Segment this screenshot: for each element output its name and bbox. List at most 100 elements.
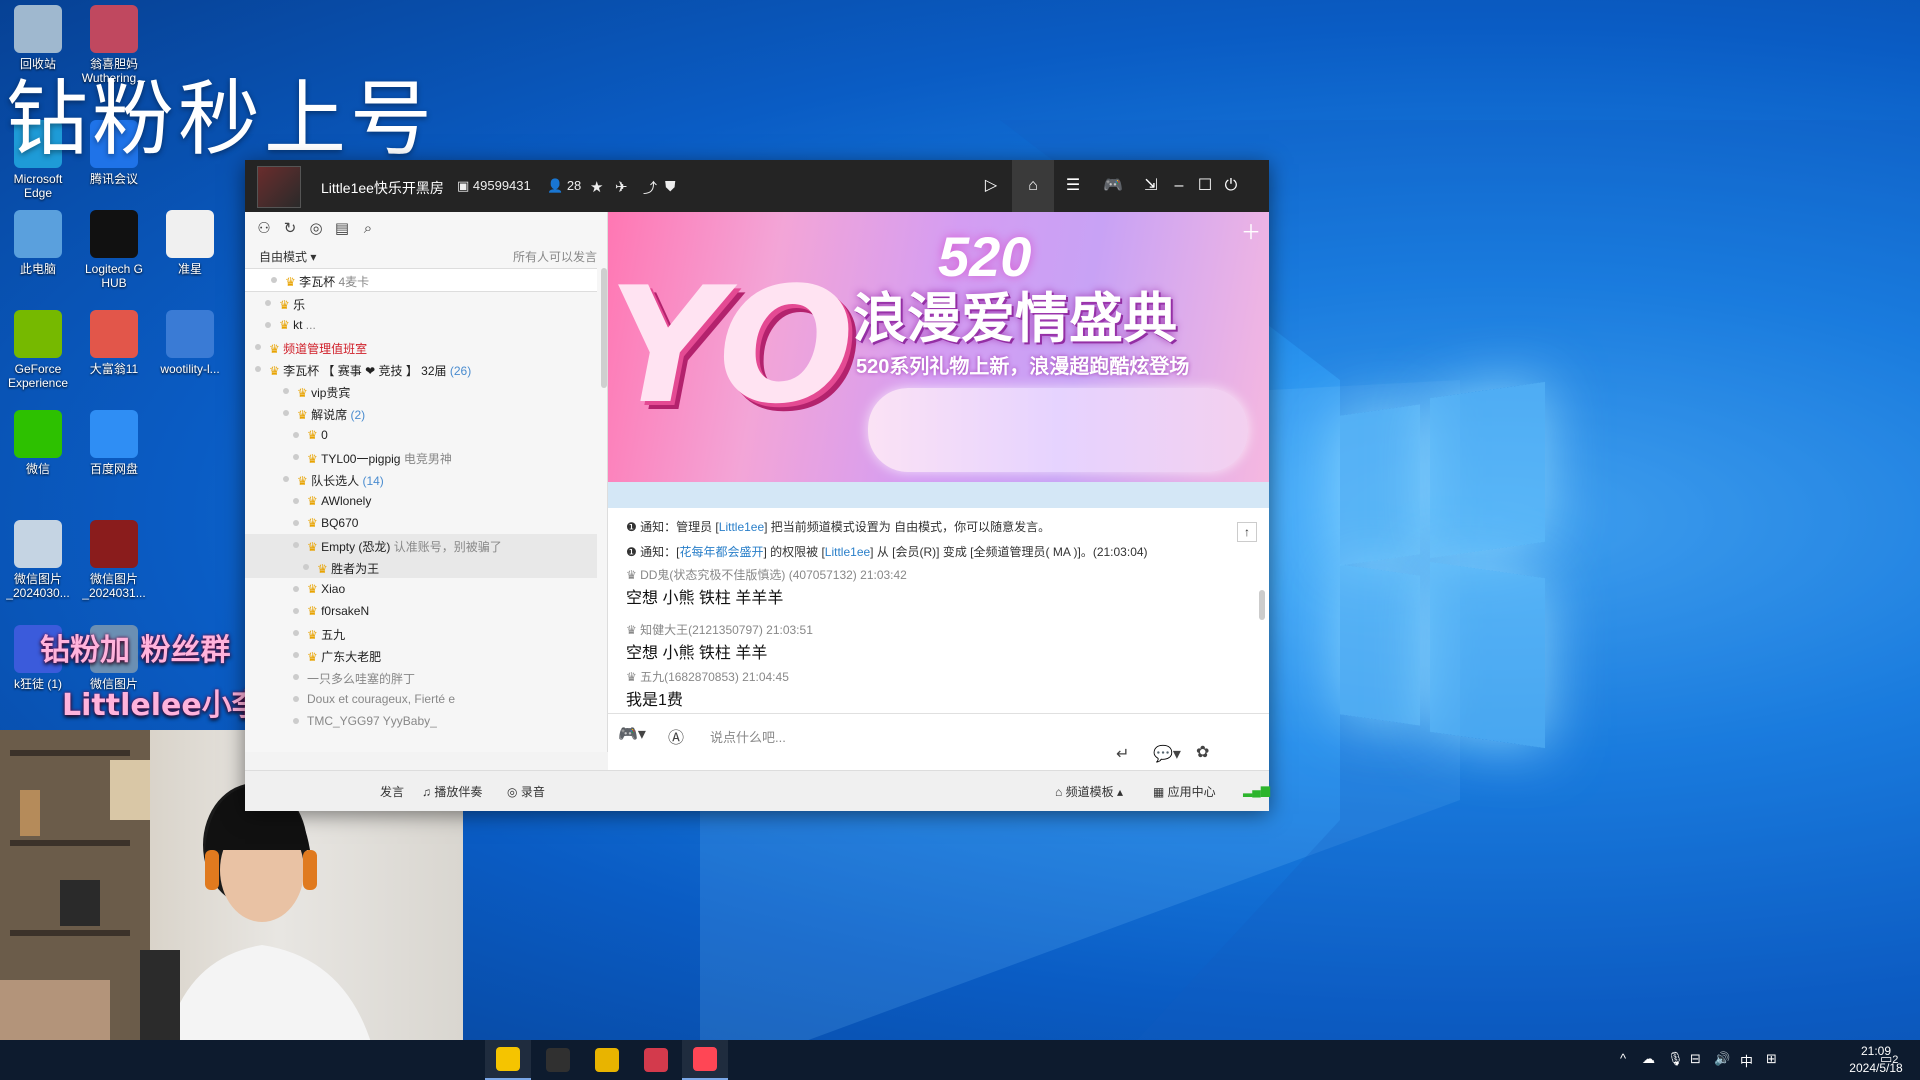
ime-indicator[interactable]: 中 <box>1740 1051 1753 1070</box>
keyboard-icon[interactable]: ⊞ <box>1766 1051 1777 1067</box>
channel-tree-label: ♛ Empty (恐龙) 认准账号，别被骗了 <box>307 540 502 554</box>
online-count: 28 <box>566 178 582 193</box>
user-icon[interactable]: ⚇ <box>253 218 275 240</box>
send-icon[interactable]: ↵ <box>1116 744 1129 764</box>
channel-tree-row[interactable]: ♛ 解说席 (2) <box>245 402 597 424</box>
channel-tree-row[interactable]: ♛ AWlonely <box>245 490 597 512</box>
desktop-icon[interactable]: wootility-l... <box>152 310 228 376</box>
chat-message-user[interactable]: ♛ 五九(1682870853) 21:04:45 <box>626 668 789 685</box>
emoji-icon[interactable]: 💬▾ <box>1153 744 1181 764</box>
power-icon[interactable]: ⏻ <box>1218 173 1244 199</box>
admin-link[interactable]: Little1ee <box>825 545 870 559</box>
favorite-star-icon[interactable]: ★ <box>590 178 603 196</box>
scroll-top-icon[interactable]: ↑ <box>1237 522 1257 542</box>
crown-icon: ♛ <box>297 474 312 488</box>
channel-tree-row[interactable]: ♛ BQ670 <box>245 512 597 534</box>
video-icon[interactable]: ▷ <box>978 173 1004 199</box>
app-center-button[interactable]: ▦ 应用中心 <box>1153 783 1216 800</box>
desktop-icon[interactable]: 微信图片 _2024030... <box>0 520 76 600</box>
tree-scrollbar[interactable] <box>601 268 607 388</box>
flower-icon[interactable]: ✿ <box>1196 742 1209 762</box>
yy-app-taskbar-button[interactable] <box>485 1040 531 1080</box>
gamepad-emoji-icon[interactable]: 🎮▾ <box>618 724 646 744</box>
valorant-app-taskbar-button[interactable] <box>633 1040 679 1080</box>
channel-tree-row[interactable]: TMC_YGG97 YyyBaby_ <box>245 710 597 732</box>
channel-tree-row[interactable]: ♛ 队长选人 (14) <box>245 468 597 490</box>
channel-tree-row[interactable]: ♛ 李瓦杯 4麦卡 <box>245 268 597 292</box>
channel-tree-label: ♛ kt ... <box>279 318 316 332</box>
channel-tree-row[interactable]: ♛ kt ... <box>245 314 597 336</box>
desktop-icon-image <box>166 210 214 258</box>
list-icon[interactable]: ☰ <box>1060 173 1086 199</box>
chrome-app-taskbar-button[interactable] <box>584 1040 630 1080</box>
desktop-icon[interactable]: 微信图片 _2024031... <box>76 520 152 600</box>
desktop-icon-label: 腾讯会议 <box>89 172 138 186</box>
desktop-icon[interactable]: 准星 <box>152 210 228 276</box>
channel-tree-row[interactable]: ♛ 0 <box>245 424 597 446</box>
template-button[interactable]: ⌂ 频道模板 ▴ <box>1055 783 1123 800</box>
channel-tree-row[interactable]: ♛ 乐 <box>245 292 597 314</box>
admin-link[interactable]: Little1ee <box>719 520 764 534</box>
chat-message-user[interactable]: ♛ 知健大王(2121350797) 21:03:51 <box>626 621 813 638</box>
channel-tree-row[interactable]: ♛ f0rsakeN <box>245 600 597 622</box>
desktop-icon[interactable]: 百度网盘 <box>76 410 152 476</box>
cloud-icon[interactable]: ☁ <box>1642 1051 1655 1067</box>
yy-app-icon <box>496 1047 520 1071</box>
channel-tree-label: ♛ vip贵宾 <box>297 386 351 400</box>
stream-overlay-title: 钻粉秒上号 <box>6 72 437 167</box>
desktop-icon[interactable]: 此电脑 <box>0 210 76 276</box>
plane-icon[interactable]: ✈ <box>615 178 628 196</box>
notification-icon[interactable]: ▭2 <box>1880 1051 1898 1067</box>
network-icon[interactable]: ⊟ <box>1690 1051 1701 1067</box>
valorant-app-2-taskbar-button[interactable] <box>682 1040 728 1080</box>
tray-arrow-icon[interactable]: ^ <box>1620 1051 1626 1066</box>
desktop-icon-label: Logitech G HUB <box>84 262 144 290</box>
home-icon[interactable]: ⌂ <box>1020 173 1046 199</box>
chat-message-user[interactable]: ♛ DD鬼(状态究极不佳版慎选) (407057132) 21:03:42 <box>626 566 907 583</box>
channel-tree-row[interactable]: ♛ 五九 <box>245 622 597 644</box>
mic-icon[interactable]: 🎙 <box>1667 1051 1684 1067</box>
event-banner[interactable]: YO 520 浪漫爱情盛典 520系列礼物上新，浪漫超跑酷炫登场 ＋ <box>608 212 1269 482</box>
refresh-icon[interactable]: ↻ <box>279 218 301 240</box>
channel-tree-row[interactable]: ♛ Xiao <box>245 578 597 600</box>
accompany-button[interactable]: ♫ 播放伴奏 <box>422 783 482 800</box>
crown-icon: ♛ <box>307 452 322 466</box>
gamepad-icon[interactable]: 🎮 <box>1100 173 1126 199</box>
location-icon[interactable]: ◎ <box>305 218 327 240</box>
crown-icon: ♛ <box>307 540 322 554</box>
channel-tree-row[interactable]: ♛ Empty (恐龙) 认准账号，别被骗了 <box>245 534 597 556</box>
translate-icon[interactable]: Ⓐ <box>668 724 684 748</box>
minimize-icon[interactable]: – <box>1166 173 1192 199</box>
chat-input[interactable]: 说点什么吧... <box>710 727 786 746</box>
room-avatar[interactable] <box>257 166 301 208</box>
obs-app-taskbar-button[interactable] <box>535 1040 581 1080</box>
channel-tree-row[interactable]: ♛ 频道管理值班室 <box>245 336 597 358</box>
maximize-icon[interactable]: ☐ <box>1192 173 1218 199</box>
desktop-icon[interactable]: 微信 <box>0 410 76 476</box>
crown-icon: ♛ <box>307 428 322 442</box>
channel-tree-row[interactable]: ♛ vip贵宾 <box>245 380 597 402</box>
channel-tree-row[interactable]: 一只多么哇塞的胖丁 <box>245 666 597 688</box>
banner-close-icon[interactable]: ＋ <box>1241 216 1261 245</box>
user-link[interactable]: 花每年都会盛开 <box>679 545 763 559</box>
desktop-icon[interactable]: Logitech G HUB <box>76 210 152 290</box>
record-button[interactable]: ◎ 录音 <box>507 783 545 800</box>
chat-scrollbar[interactable] <box>1259 590 1265 620</box>
speak-button[interactable]: 发言 <box>380 783 404 800</box>
notice-icon[interactable]: ▤ <box>331 218 353 240</box>
shield-icon[interactable]: ⛊ <box>665 178 676 195</box>
mode-dropdown[interactable]: 自由模式 ▾ <box>259 248 316 265</box>
channel-tree-row[interactable]: ♛ 李瓦杯 【 赛事 ❤ 竞技 】 32届 (26) <box>245 358 597 380</box>
channel-tree-row[interactable]: Doux et courageux, Fierté e <box>245 688 597 710</box>
channel-tree-row[interactable]: ♛ TYL00一pigpig 电竞男神 <box>245 446 597 468</box>
status-dot-icon <box>293 674 299 680</box>
channel-tree-row[interactable]: ♛ 胜者为王 <box>245 556 597 578</box>
desktop-icon[interactable]: GeForce Experience <box>0 310 76 390</box>
channel-tree-row[interactable]: ♛ 广东大老肥 <box>245 644 597 666</box>
desktop-icon[interactable]: 大富翁11 <box>76 310 152 376</box>
download-icon[interactable]: ⇲ <box>1138 173 1164 199</box>
search-icon[interactable]: ⌕ <box>357 218 379 240</box>
volume-icon[interactable]: 🔊 <box>1714 1051 1730 1067</box>
share-icon[interactable]: ⤴ <box>643 178 657 198</box>
channel-tree-label: ♛ AWlonely <box>307 494 372 508</box>
